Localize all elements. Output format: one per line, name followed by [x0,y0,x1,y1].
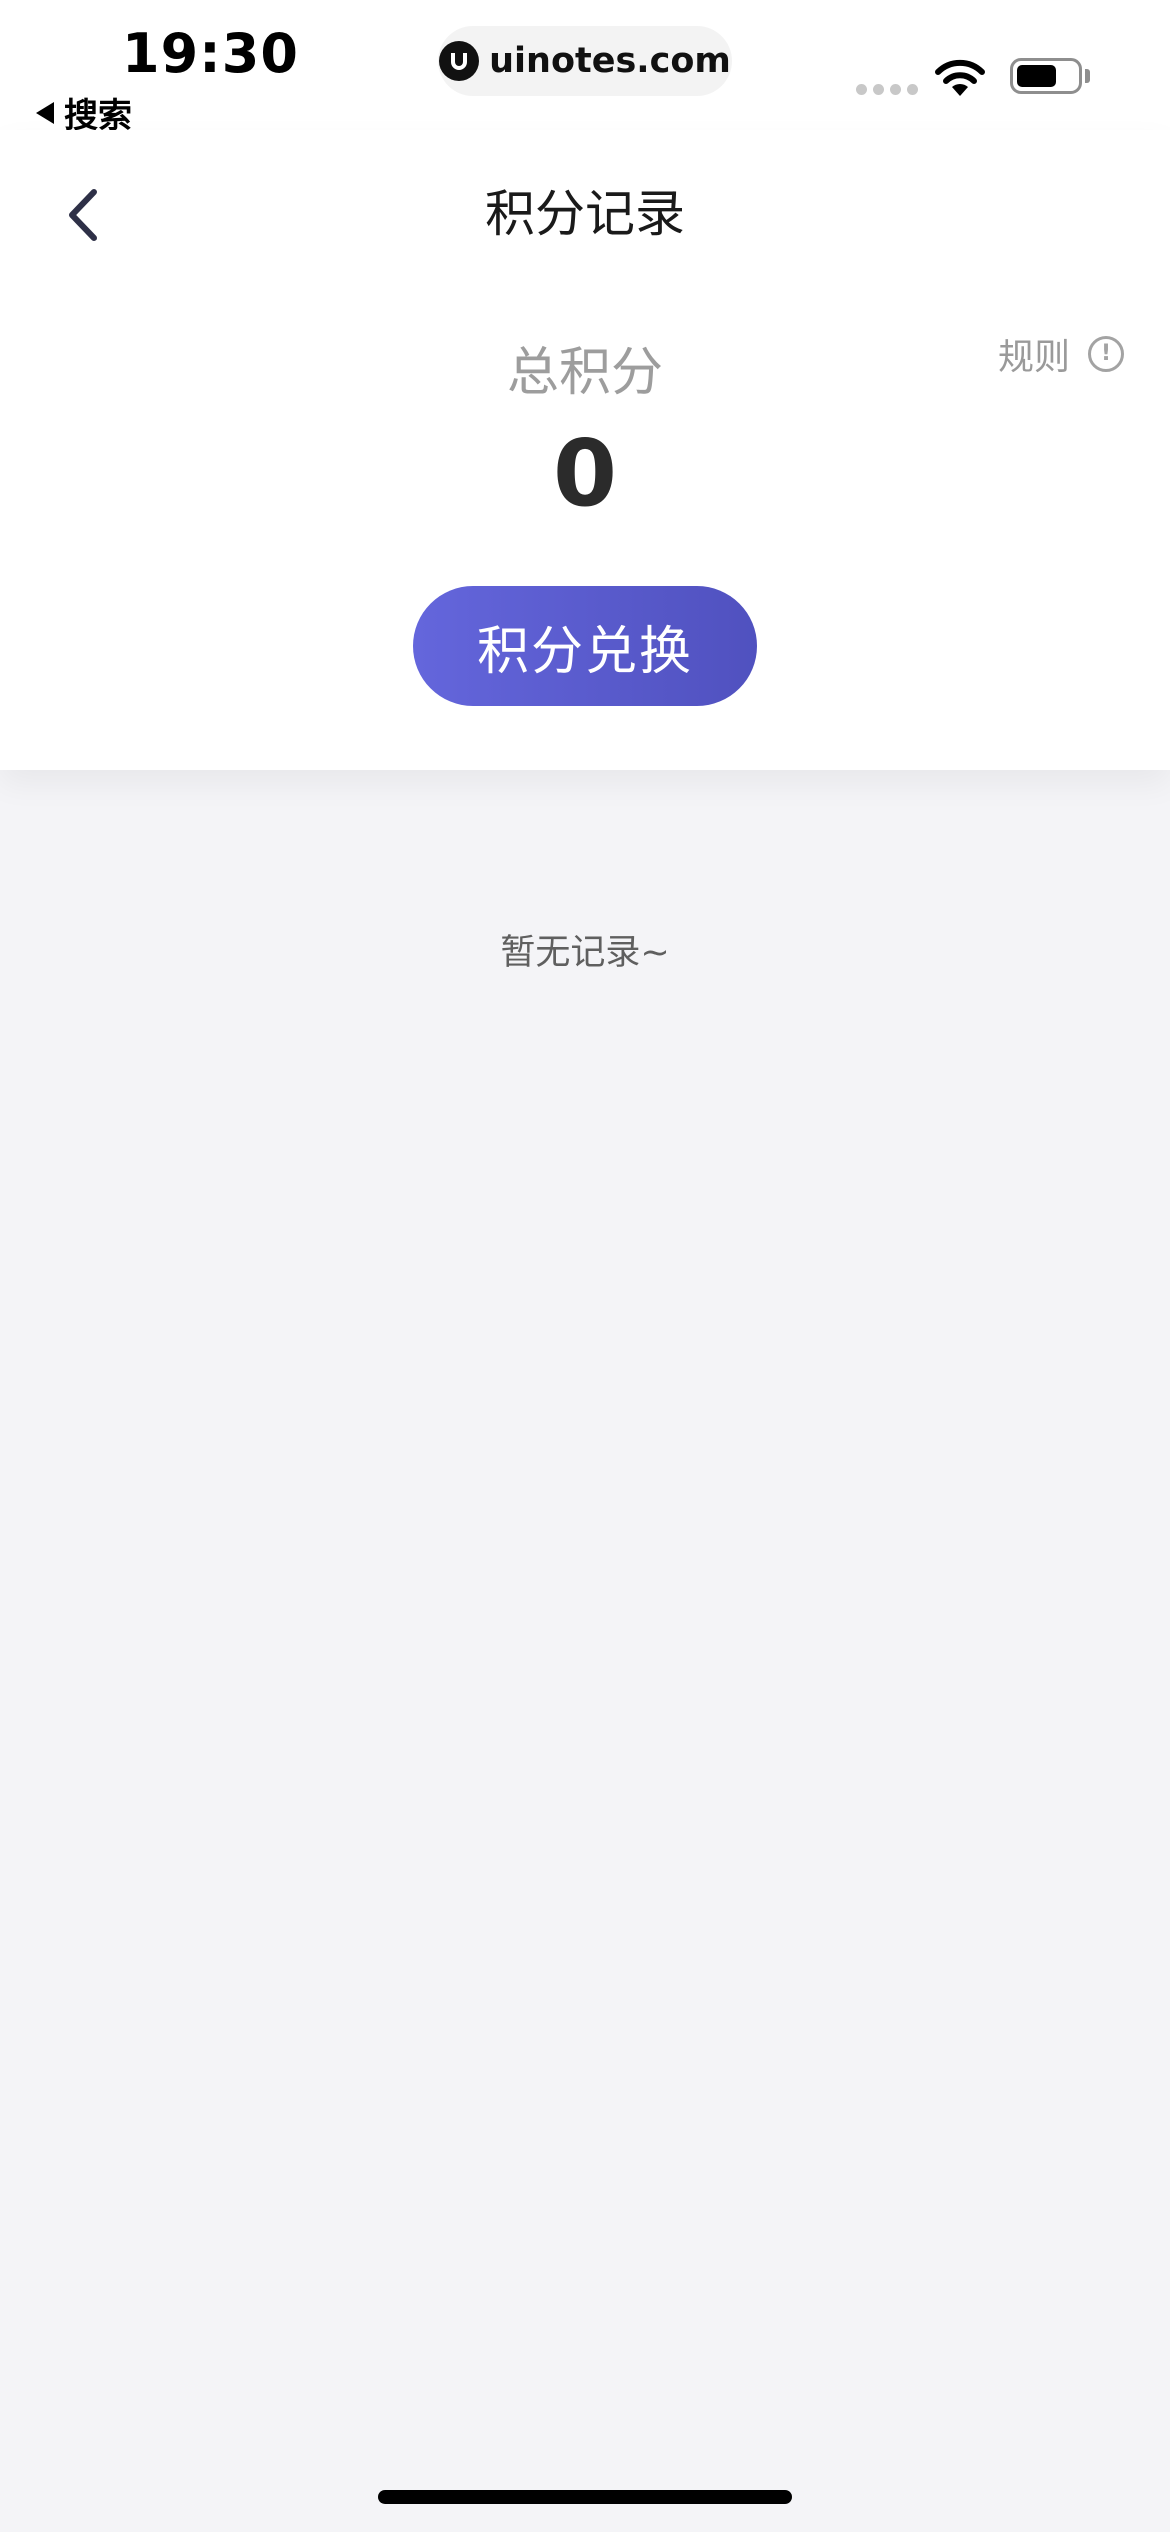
battery-nub [1085,69,1090,83]
back-triangle-icon [36,101,54,124]
page-title: 积分记录 [485,185,685,243]
battery-icon [1010,58,1082,94]
wifi-icon [935,59,985,96]
points-summary-card: 积分记录 规则 ! 总积分 0 积分兑换 [0,130,1170,770]
battery-fill [1017,65,1057,87]
cellular-signal-icon [856,84,918,95]
uinotes-logo-icon [439,41,480,81]
url-bar[interactable]: uinotes.com [438,26,732,96]
empty-records-message: 暂无记录~ [500,933,670,973]
status-time: 19:30 [122,22,299,85]
points-exchange-button[interactable]: 积分兑换 [413,586,757,706]
total-points-label: 总积分 [506,343,663,403]
total-points-value: 0 [552,420,617,527]
url-text: uinotes.com [489,41,731,81]
home-indicator[interactable] [378,2490,792,2504]
status-bar: 19:30 搜索 uinotes.com [0,0,1170,136]
